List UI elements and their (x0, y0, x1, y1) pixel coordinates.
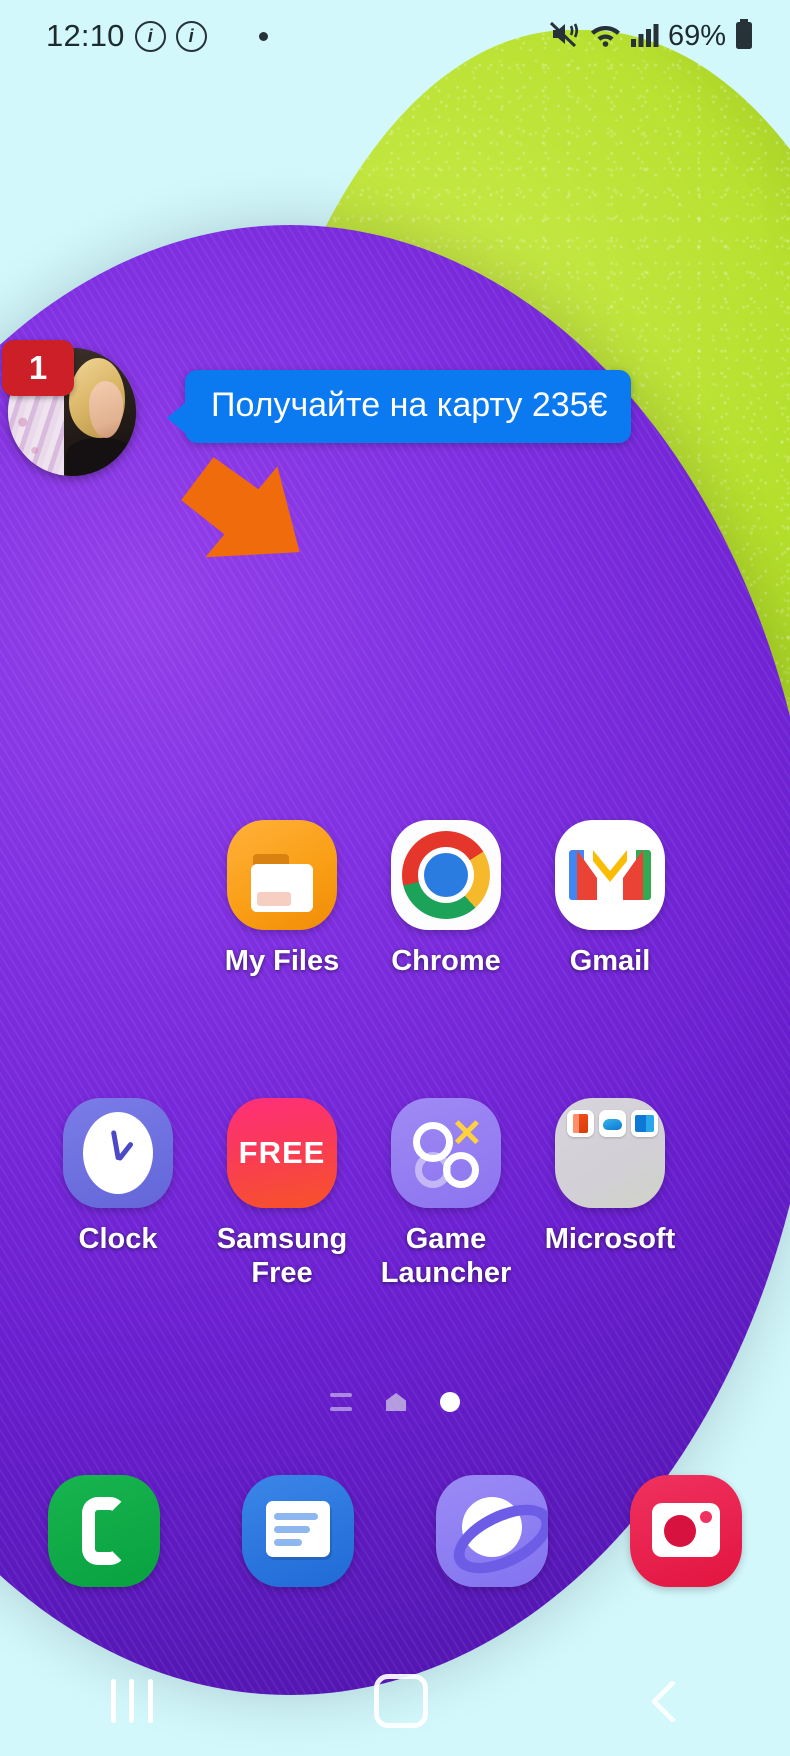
camera-icon[interactable] (630, 1475, 742, 1587)
app-list-indicator-icon[interactable] (330, 1393, 352, 1411)
ad-bubble[interactable]: Получайте на карту 235€ (166, 370, 632, 443)
recents-icon[interactable] (110, 1679, 153, 1723)
unread-badge: 1 (2, 340, 74, 396)
microsoft-folder-icon[interactable] (555, 1098, 665, 1209)
app-row-1: My Files Chrome Gmail (0, 820, 790, 978)
samsung-free-icon-label: FREE (238, 1135, 326, 1171)
battery-icon (734, 18, 754, 55)
pointer-arrow-icon (165, 452, 315, 567)
app-gmail[interactable]: Gmail (528, 820, 692, 978)
app-label: Game Launcher (380, 1223, 512, 1290)
vibrate-mute-icon (549, 19, 581, 54)
page-indicator (0, 1392, 790, 1412)
office-icon (567, 1110, 594, 1138)
my-files-icon[interactable] (227, 820, 337, 930)
battery-percent-label: 69% (667, 19, 726, 52)
ad-bubble-text[interactable]: Получайте на карту 235€ (166, 370, 632, 443)
wifi-icon (589, 19, 622, 54)
info-circle-icon[interactable]: i (175, 20, 207, 52)
app-label: My Files (224, 945, 340, 977)
app-chrome[interactable]: Chrome (364, 820, 528, 978)
app-label: Chrome (391, 945, 501, 977)
navigation-bar (0, 1646, 790, 1756)
app-label: Samsung Free (216, 1223, 348, 1290)
samsung-free-icon[interactable]: FREE (227, 1098, 337, 1209)
app-microsoft-folder[interactable]: Microsoft (528, 1098, 692, 1290)
avatar-photo-person (64, 348, 136, 476)
home-indicator-icon[interactable] (386, 1393, 406, 1411)
cellular-signal-icon (630, 19, 660, 54)
status-bar-right: 69% (549, 18, 754, 55)
outlook-icon (631, 1110, 658, 1138)
messages-icon[interactable] (242, 1475, 354, 1587)
chrome-icon[interactable] (391, 820, 501, 930)
app-samsung-free[interactable]: FREE Samsung Free (200, 1098, 364, 1290)
app-row-2: Clock FREE Samsung Free ✕ Game Launcher … (0, 1098, 790, 1290)
onedrive-icon (599, 1110, 626, 1138)
app-label: Gmail (569, 945, 651, 977)
app-grid: My Files Chrome Gmail Clock FREE Samsung… (0, 820, 790, 1305)
chat-head-bubble[interactable]: 1 (2, 340, 136, 476)
home-icon[interactable] (373, 1674, 428, 1728)
back-icon[interactable] (649, 1679, 679, 1723)
gmail-icon[interactable] (555, 820, 665, 930)
avatar-body (65, 437, 135, 476)
notification-dot-icon (258, 31, 268, 41)
game-launcher-icon[interactable]: ✕ (391, 1098, 501, 1209)
clock-icon[interactable] (63, 1098, 173, 1209)
app-label: Microsoft (544, 1223, 676, 1256)
current-page-dot-icon[interactable] (440, 1392, 460, 1412)
samsung-internet-icon[interactable] (436, 1475, 548, 1587)
app-game-launcher[interactable]: ✕ Game Launcher (364, 1098, 528, 1290)
avatar-face (88, 381, 124, 438)
dock (0, 1475, 790, 1587)
app-clock[interactable]: Clock (36, 1098, 200, 1290)
status-bar-left: 12:10 i i (46, 18, 268, 54)
info-circle-icon[interactable]: i (134, 20, 166, 52)
app-my-files[interactable]: My Files (200, 820, 364, 978)
phone-icon[interactable] (48, 1475, 160, 1587)
app-label: Clock (78, 1223, 158, 1256)
status-bar-clock: 12:10 (46, 18, 125, 53)
phone-screen: 12:10 i i 69% 1 Получайте на карту 235€ … (0, 0, 790, 1756)
status-bar: 12:10 i i 69% (0, 0, 790, 72)
